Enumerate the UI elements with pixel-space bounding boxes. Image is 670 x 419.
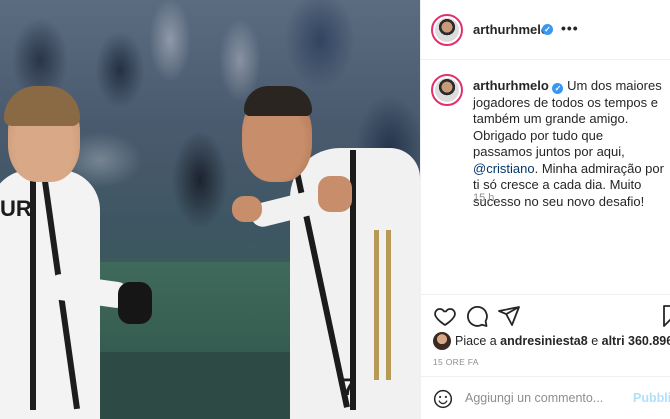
verified-badge-icon: ✓ [552,83,564,94]
likes-count[interactable]: altri 360.896 [602,334,670,348]
jersey-letters: UR [0,196,32,221]
publish-button[interactable]: Pubblica [633,391,670,405]
post-date[interactable]: 15 ORE FA [433,357,479,367]
post-header: arthurhmelo ✓ ••• [421,0,670,60]
jersey-gold-stripe [386,230,391,380]
likes-user[interactable]: andresiniesta8 [500,334,588,348]
post-actions [421,300,670,330]
right-player-hand [232,196,262,222]
emoji-icon[interactable] [433,389,453,409]
likes-prefix: Piace a [455,334,501,348]
author-avatar[interactable] [431,14,463,46]
caption-author-avatar[interactable] [431,74,463,106]
likes-middle: e [587,334,602,348]
verified-badge-icon: ✓ [542,24,553,35]
likes-summary[interactable]: Piace a andresiniesta8 e altri 360.896 [455,334,670,348]
comment-bar: Pubblica [421,376,670,419]
caption-username[interactable]: arthurhmelo [473,78,549,93]
right-player-hair [244,86,312,116]
right-player-hand [318,176,352,212]
avatar-image [435,18,459,42]
jersey-gold-stripe [374,230,379,380]
share-icon[interactable] [497,304,521,328]
goalkeeper-glove [118,282,152,324]
comment-input[interactable] [465,391,630,405]
heart-icon[interactable] [433,304,457,328]
caption-mention-link[interactable]: @cristiano [473,161,535,176]
liker-avatar[interactable] [433,332,451,350]
jersey-number: 7 [342,374,356,401]
post-caption: arthurhmelo ✓ Um dos maiores jogadores d… [473,78,665,210]
more-options-icon[interactable]: ••• [561,20,579,36]
divider [421,294,670,295]
caption-time[interactable]: 15 h [473,192,494,204]
post-photo[interactable]: UR 7 [0,0,420,419]
bookmark-icon[interactable] [659,304,670,328]
avatar-image [435,78,459,102]
post-details-panel: arthurhmelo ✓ ••• arthurhmelo ✓ Um dos m… [420,0,670,419]
author-username[interactable]: arthurhmelo [473,22,549,37]
comment-icon[interactable] [465,304,489,328]
